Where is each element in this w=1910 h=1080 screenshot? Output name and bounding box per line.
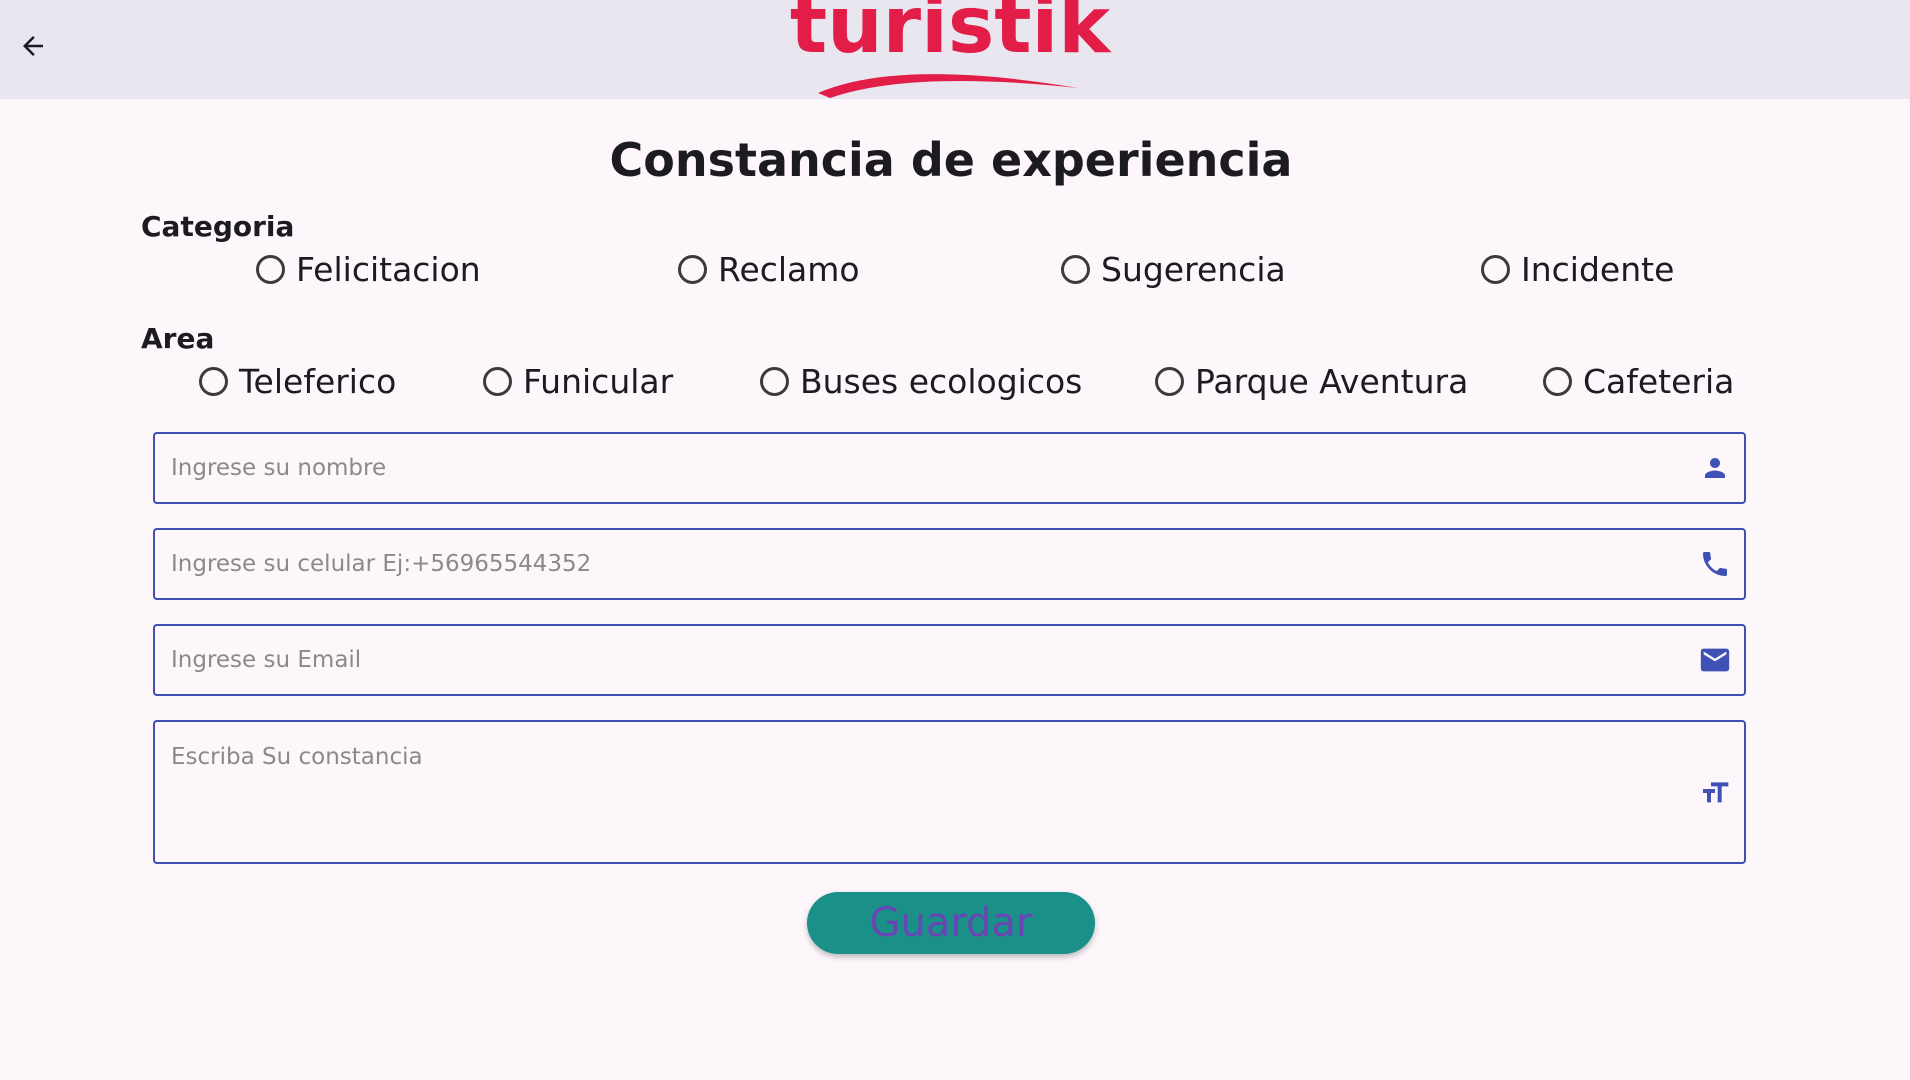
arrow-left-icon bbox=[23, 36, 43, 56]
radio-circle-icon bbox=[1061, 255, 1090, 284]
email-input[interactable] bbox=[171, 626, 1671, 694]
categoria-label: Categoria bbox=[141, 210, 295, 243]
area-label: Area bbox=[141, 322, 215, 355]
radio-sugerencia[interactable]: Sugerencia bbox=[1061, 250, 1286, 289]
text-size-icon bbox=[1698, 776, 1732, 810]
radio-label: Sugerencia bbox=[1101, 250, 1286, 289]
radio-circle-icon bbox=[678, 255, 707, 284]
celular-input[interactable] bbox=[171, 530, 1671, 598]
email-field[interactable] bbox=[153, 624, 1746, 696]
back-button[interactable] bbox=[14, 27, 52, 65]
radio-circle-icon bbox=[760, 367, 789, 396]
svg-text:turistik: turistik bbox=[790, 0, 1112, 71]
mail-icon bbox=[1698, 643, 1732, 677]
radio-cafeteria[interactable]: Cafeteria bbox=[1543, 362, 1734, 401]
radio-circle-icon bbox=[1155, 367, 1184, 396]
radio-label: Incidente bbox=[1521, 250, 1675, 289]
radio-buses-ecologicos[interactable]: Buses ecologicos bbox=[760, 362, 1082, 401]
person-icon bbox=[1698, 451, 1732, 485]
radio-label: Cafeteria bbox=[1583, 362, 1735, 401]
radio-felicitacion[interactable]: Felicitacion bbox=[256, 250, 481, 289]
radio-circle-icon bbox=[199, 367, 228, 396]
radio-circle-icon bbox=[256, 255, 285, 284]
radio-funicular[interactable]: Funicular bbox=[483, 362, 673, 401]
radio-circle-icon bbox=[1481, 255, 1510, 284]
app-bar: turistik bbox=[0, 0, 1910, 99]
radio-label: Parque Aventura bbox=[1195, 362, 1469, 401]
radio-label: Felicitacion bbox=[296, 250, 481, 289]
radio-label: Teleferico bbox=[239, 362, 397, 401]
radio-parque-aventura[interactable]: Parque Aventura bbox=[1155, 362, 1468, 401]
radio-label: Funicular bbox=[523, 362, 674, 401]
constancia-input[interactable] bbox=[171, 744, 1671, 834]
radio-label: Reclamo bbox=[718, 250, 860, 289]
radio-teleferico[interactable]: Teleferico bbox=[199, 362, 396, 401]
phone-icon bbox=[1698, 547, 1732, 581]
radio-label: Buses ecologicos bbox=[800, 362, 1083, 401]
celular-field[interactable] bbox=[153, 528, 1746, 600]
save-button[interactable]: Guardar bbox=[807, 892, 1095, 954]
turistik-logo: turistik bbox=[790, 0, 1112, 98]
constancia-field[interactable] bbox=[153, 720, 1746, 864]
radio-incidente[interactable]: Incidente bbox=[1481, 250, 1674, 289]
page-title: Constancia de experiencia bbox=[609, 133, 1293, 187]
nombre-field[interactable] bbox=[153, 432, 1746, 504]
radio-circle-icon bbox=[1543, 367, 1572, 396]
radio-circle-icon bbox=[483, 367, 512, 396]
radio-reclamo[interactable]: Reclamo bbox=[678, 250, 860, 289]
nombre-input[interactable] bbox=[171, 434, 1671, 502]
